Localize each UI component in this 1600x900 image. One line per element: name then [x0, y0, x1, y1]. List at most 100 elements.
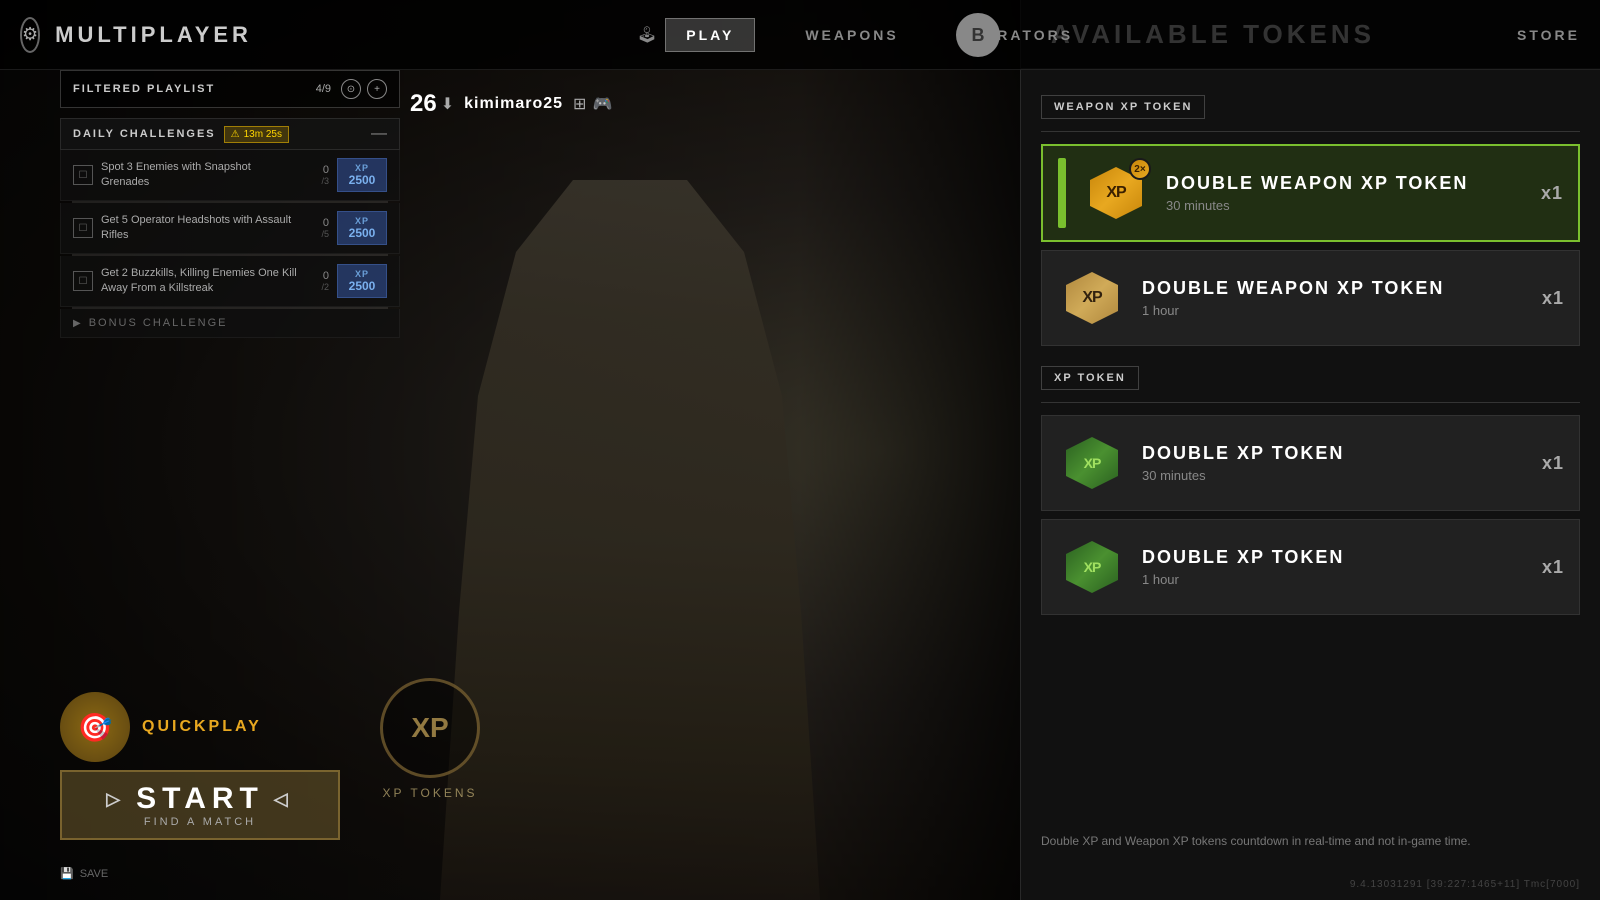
weapon-xp-token-count-2: x1	[1542, 288, 1564, 309]
xp-token-icon-2: XP	[1062, 537, 1122, 597]
playlist-bar: FILTERED PLAYLIST 4/9 ⊙ +	[60, 70, 400, 108]
xp-label-2: XP	[344, 216, 380, 226]
xp-divider	[1041, 402, 1580, 403]
challenge-checkbox-2: ☐	[73, 218, 93, 238]
save-icon: 💾	[60, 867, 74, 880]
xp-token-circle-icon: XP	[380, 678, 480, 778]
xbox-icon: ⊞	[573, 94, 586, 114]
back-b-button[interactable]: B	[956, 13, 1000, 57]
xp-token-icon-1: XP	[1062, 433, 1122, 493]
challenge-total-2: /5	[309, 229, 329, 239]
start-left-arrow: ▷	[106, 789, 126, 810]
xp-tokens-badge[interactable]: XP XP TOKENS	[380, 678, 480, 800]
xp-value-1: 2500	[344, 173, 380, 187]
xp-token-icon-bg-1: XP	[1066, 437, 1118, 489]
header-right: STORE	[1480, 27, 1600, 43]
start-right-arrow: ◁	[274, 789, 294, 810]
player-info: 26 ⬇ kimimaro25 ⊞ 🎮	[410, 90, 612, 118]
xp-token-info-2: DOUBLE XP TOKEN 1 hour	[1142, 547, 1527, 587]
start-label: ▷ START ◁	[106, 782, 293, 816]
nav-item-play[interactable]: PLAY	[665, 18, 755, 52]
challenge-progress-2: 0	[309, 217, 329, 229]
game-title: MULTIPLAYER	[55, 22, 252, 48]
start-sub-text: FIND A MATCH	[144, 816, 256, 828]
challenge-progress-3: 0	[309, 270, 329, 282]
xp-tokens-label: XP TOKENS	[380, 786, 480, 800]
weapon-xp-coin-1: 2×	[1129, 158, 1151, 180]
challenge-total-1: /3	[309, 176, 329, 186]
weapon-xp-token-duration-1: 30 minutes	[1166, 198, 1526, 213]
sidebar: FILTERED PLAYLIST 4/9 ⊙ + DAILY CHALLENG…	[60, 70, 400, 338]
weapon-xp-icon-2: XP	[1062, 268, 1122, 328]
tokens-content: WEAPON XP TOKEN XP 2× DOUBLE WEAPON XP T…	[1021, 70, 1600, 660]
save-label: SAVE	[80, 868, 109, 880]
start-button[interactable]: ▷ START ◁ FIND A MATCH	[60, 770, 340, 840]
weapon-xp-token-2[interactable]: XP DOUBLE WEAPON XP TOKEN 1 hour x1	[1041, 250, 1580, 346]
xp-icon-wrapper-1: XP	[1057, 428, 1127, 498]
weapon-xp-icon-wrapper-1: XP 2×	[1081, 158, 1151, 228]
weapon-xp-icon-text-1: XP	[1106, 184, 1125, 202]
bonus-label: BONUS CHALLENGE	[89, 317, 228, 329]
player-level: 26 ⬇	[410, 90, 454, 118]
weapon-xp-token-info-1: DOUBLE WEAPON XP TOKEN 30 minutes	[1166, 173, 1526, 213]
xp-token-name-2: DOUBLE XP TOKEN	[1142, 547, 1527, 568]
xp-icon-wrapper-2: XP	[1057, 532, 1127, 602]
quickplay-bar: 🎯 QUICKPLAY	[60, 692, 340, 762]
timer-warning-icon: ⚠	[231, 129, 240, 140]
xp-badge-1: XP 2500	[337, 158, 387, 192]
challenge-text-2: Get 5 Operator Headshots with Assault Ri…	[101, 213, 301, 244]
weapon-xp-token-duration-2: 1 hour	[1142, 303, 1527, 318]
controller-icon: 🕹	[637, 25, 657, 45]
level-icon: ⬇	[441, 94, 454, 114]
weapon-xp-token-name-1: DOUBLE WEAPON XP TOKEN	[1166, 173, 1526, 194]
challenge-total-3: /2	[309, 282, 329, 292]
level-number: 26	[410, 90, 437, 118]
xp-token-icon-bg-2: XP	[1066, 541, 1118, 593]
xp-token-icon-text-2: XP	[1084, 559, 1101, 575]
playlist-add-icon[interactable]: +	[367, 79, 387, 99]
collapse-button[interactable]: —	[371, 125, 387, 143]
token-active-indicator-1	[1058, 158, 1066, 228]
playlist-icons: ⊙ +	[341, 79, 387, 99]
challenge-item-2: ☐ Get 5 Operator Headshots with Assault …	[60, 203, 400, 254]
player-name: kimimaro25	[464, 95, 563, 113]
xp-section: XP TOKEN XP DOUBLE XP TOKEN 30 minutes x…	[1041, 366, 1580, 615]
save-indicator: 💾 SAVE	[60, 867, 108, 880]
xp-token-2[interactable]: XP DOUBLE XP TOKEN 1 hour x1	[1041, 519, 1580, 615]
nav-item-weapons[interactable]: WEAPONS	[795, 22, 908, 48]
challenge-item-1: ☐ Spot 3 Enemies with Snapshot Grenades …	[60, 150, 400, 201]
challenge-progress-1: 0	[309, 164, 329, 176]
header-left: ⚙ MULTIPLAYER	[0, 17, 240, 53]
challenge-checkbox-1: ☐	[73, 165, 93, 185]
weapon-xp-icon-bg-2: XP	[1066, 272, 1118, 324]
xp-token-duration-2: 1 hour	[1142, 572, 1527, 587]
xp-section-label: XP TOKEN	[1041, 366, 1139, 390]
weapon-xp-section-label: WEAPON XP TOKEN	[1041, 95, 1205, 119]
xp-token-1[interactable]: XP DOUBLE XP TOKEN 30 minutes x1	[1041, 415, 1580, 511]
start-text: START	[136, 782, 264, 816]
store-button[interactable]: STORE	[1517, 27, 1580, 43]
quickplay-label: QUICKPLAY	[142, 718, 262, 736]
playlist-filter-icon[interactable]: ⊙	[341, 79, 361, 99]
xp-value-3: 2500	[344, 279, 380, 293]
version-info: 9.4.13031291 [39:227:1465+11] Tmc[7000]	[1350, 879, 1580, 890]
settings-icon[interactable]: ⚙	[20, 17, 40, 53]
weapon-xp-divider	[1041, 131, 1580, 132]
xp-token-name-1: DOUBLE XP TOKEN	[1142, 443, 1527, 464]
playlist-label: FILTERED PLAYLIST	[73, 83, 215, 95]
challenge-text-3: Get 2 Buzzkills, Killing Enemies One Kil…	[101, 266, 301, 297]
xp-token-count-1: x1	[1542, 453, 1564, 474]
xp-label-3: XP	[344, 269, 380, 279]
weapon-xp-token-count-1: x1	[1541, 183, 1563, 204]
quickplay-icon: 🎯	[60, 692, 130, 762]
weapon-xp-token-1[interactable]: XP 2× DOUBLE WEAPON XP TOKEN 30 minutes …	[1041, 144, 1580, 242]
weapon-xp-token-name-2: DOUBLE WEAPON XP TOKEN	[1142, 278, 1527, 299]
xp-circle-text: XP	[411, 712, 448, 744]
weapon-xp-icon-text-2: XP	[1082, 289, 1101, 307]
xp-token-count-2: x1	[1542, 557, 1564, 578]
bottom-left: 🎯 QUICKPLAY ▷ START ◁ FIND A MATCH	[60, 692, 340, 840]
challenge-item-3: ☐ Get 2 Buzzkills, Killing Enemies One K…	[60, 256, 400, 307]
weapon-xp-token-info-2: DOUBLE WEAPON XP TOKEN 1 hour	[1142, 278, 1527, 318]
xp-value-2: 2500	[344, 226, 380, 240]
xp-badge-3: XP 2500	[337, 264, 387, 298]
